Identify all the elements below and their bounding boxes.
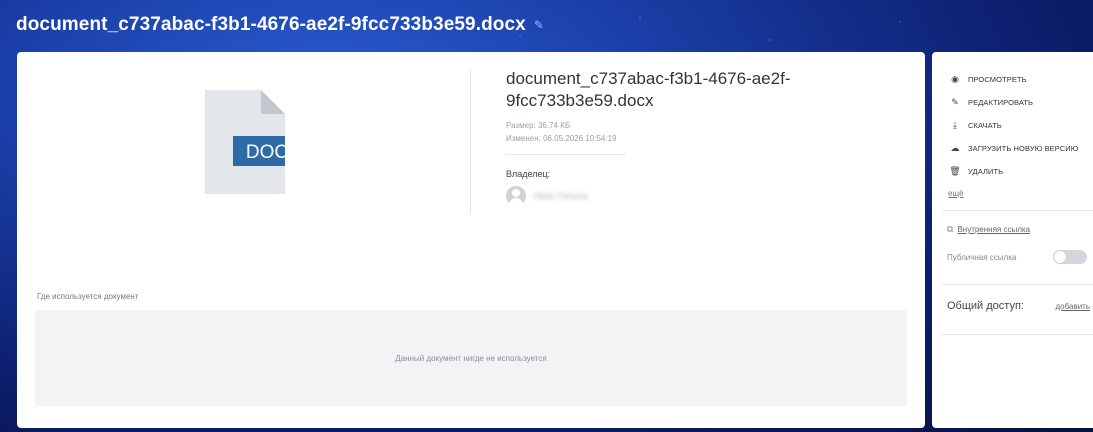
view-button[interactable]: ◉ ПРОСМОТРЕТЬ — [948, 68, 1078, 91]
download-button[interactable]: ⤓ СКАЧАТЬ — [948, 114, 1078, 137]
copy-icon: ⧉ — [947, 224, 954, 234]
pencil-icon[interactable]: ✎ — [534, 18, 544, 32]
cloud-upload-icon: ☁ — [950, 143, 960, 153]
edit-button[interactable]: ✎ РЕДАКТИРОВАТЬ — [948, 91, 1078, 114]
sharing-row: Общий доступ: добавить — [947, 300, 1090, 312]
owner-label: Владелец: — [506, 169, 551, 179]
public-link-toggle[interactable] — [1053, 250, 1087, 264]
usage-box: Данный документ нигде не используется — [35, 310, 907, 406]
info-separator — [506, 154, 626, 155]
more-link[interactable]: ещё — [948, 189, 963, 198]
sidebar-divider-3 — [942, 334, 1093, 335]
usage-empty-text: Данный документ нигде не используется — [395, 353, 547, 363]
owner-row[interactable]: Иван Петров — [506, 186, 806, 206]
vertical-divider — [470, 68, 471, 214]
upload-version-label: ЗАГРУЗИТЬ НОВУЮ ВЕРСИЮ — [968, 144, 1079, 153]
internal-link[interactable]: ⧉ Внутренняя ссылка — [947, 224, 1030, 235]
actions-sidebar: ◉ ПРОСМОТРЕТЬ ✎ РЕДАКТИРОВАТЬ ⤓ СКАЧАТЬ … — [932, 52, 1093, 428]
page-title: document_c737abac-f3b1-4676-ae2f-9fcc733… — [16, 14, 526, 35]
sharing-label: Общий доступ: — [947, 300, 1024, 312]
internal-link-label: Внутренняя ссылка — [957, 225, 1031, 234]
upload-version-button[interactable]: ☁ ЗАГРУЗИТЬ НОВУЮ ВЕРСИЮ — [948, 137, 1079, 160]
trash-icon: 🗑 — [949, 166, 961, 176]
file-doc-icon: DOC — [205, 90, 285, 194]
document-info: document_c737abac-f3b1-4676-ae2f-9fcc733… — [506, 68, 806, 206]
actions-list: ◉ ПРОСМОТРЕТЬ ✎ РЕДАКТИРОВАТЬ ⤓ СКАЧАТЬ … — [948, 68, 1078, 201]
pencil-icon: ✎ — [951, 97, 959, 107]
title-bar: document_c737abac-f3b1-4676-ae2f-9fcc733… — [16, 14, 544, 36]
download-icon: ⤓ — [953, 120, 957, 130]
eye-icon: ◉ — [951, 74, 959, 84]
edit-label: РЕДАКТИРОВАТЬ — [968, 98, 1034, 107]
sidebar-divider — [942, 210, 1093, 211]
usage-section-label: Где используется документ — [37, 292, 139, 301]
toggle-knob — [1054, 251, 1066, 263]
download-label: СКАЧАТЬ — [968, 121, 1002, 130]
document-size: Размер: 36.74 КБ — [506, 121, 571, 130]
view-label: ПРОСМОТРЕТЬ — [968, 75, 1027, 84]
doc-badge-text: DOC — [246, 142, 285, 163]
sidebar-divider-2 — [942, 284, 1093, 285]
public-link-row: Публичная ссылка — [947, 250, 1087, 264]
document-modified: Изменен: 06.05.2026 10:54:19 — [506, 134, 617, 143]
document-card: DOC document_c737abac-f3b1-4676-ae2f-9fc… — [17, 52, 925, 428]
owner-name[interactable]: Иван Петров — [534, 191, 588, 201]
add-sharing-link[interactable]: добавить — [1055, 302, 1090, 311]
public-link-label: Публичная ссылка — [947, 252, 1017, 262]
delete-label: УДАЛИТЬ — [968, 167, 1004, 176]
avatar — [506, 186, 526, 206]
document-name: document_c737abac-f3b1-4676-ae2f-9fcc733… — [506, 69, 791, 110]
delete-button[interactable]: 🗑 УДАЛИТЬ — [948, 160, 1078, 183]
